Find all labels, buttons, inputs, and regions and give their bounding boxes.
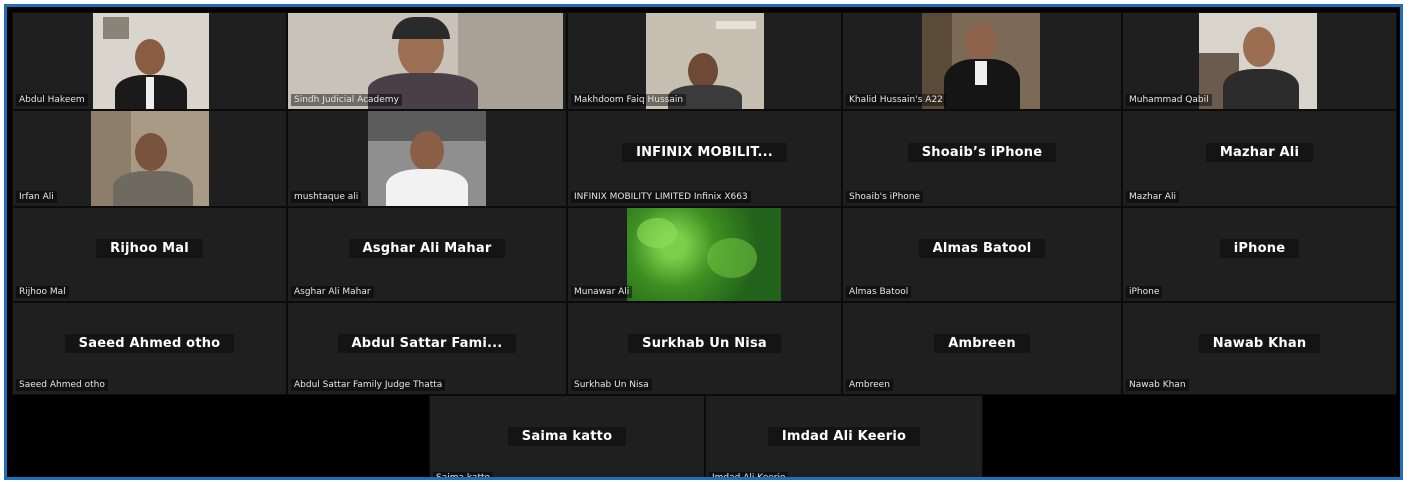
participant-name: Asghar Ali Mahar	[291, 286, 374, 298]
participant-name: Saeed Ahmed otho	[16, 379, 108, 391]
participant-display-name: Almas Batool	[843, 239, 1121, 259]
participant-name: Sindh Judicial Academy	[291, 94, 402, 106]
participant-video	[368, 111, 486, 206]
participant-name: Almas Batool	[846, 286, 912, 298]
participant-video	[93, 13, 209, 109]
participant-display-name: Shoaib’s iPhone	[843, 143, 1121, 163]
video-gallery: Abdul Hakeem Sindh Judicial Academy Makh…	[4, 4, 1403, 480]
participant-display-name: Mazhar Ali	[1123, 143, 1396, 163]
participant-tile[interactable]: Saeed Ahmed otho Saeed Ahmed otho	[12, 302, 287, 395]
participant-tile[interactable]: Saima katto Saima katto	[429, 395, 705, 477]
participant-name: Ambreen	[846, 379, 893, 391]
participant-tile[interactable]: Imdad Ali Keerio Imdad Ali Keerio	[705, 395, 983, 477]
participant-video	[91, 111, 209, 206]
participant-tile[interactable]: Muhammad Qabil	[1122, 12, 1397, 110]
participant-display-name: Imdad Ali Keerio	[706, 427, 982, 447]
participant-name: mushtaque ali	[291, 191, 362, 203]
participant-tile[interactable]: mushtaque ali	[287, 110, 567, 207]
participant-tile[interactable]: Makhdoom Faiq Hussain	[567, 12, 842, 110]
participant-name: Saima katto	[433, 472, 494, 477]
participant-name: Muhammad Qabil	[1126, 94, 1212, 106]
participant-tile[interactable]: Khalid Hussain's A22	[842, 12, 1122, 110]
participant-tile[interactable]: Almas Batool Almas Batool	[842, 207, 1122, 302]
participant-name: iPhone	[1126, 286, 1163, 298]
grass-photo	[627, 208, 781, 301]
participant-name: Mazhar Ali	[1126, 191, 1179, 203]
participant-name: Shoaib's iPhone	[846, 191, 924, 203]
participant-name: Surkhab Un Nisa	[571, 379, 652, 391]
participant-name: Nawab Khan	[1126, 379, 1189, 391]
participant-display-name: Nawab Khan	[1123, 333, 1396, 353]
participant-display-name: Saeed Ahmed otho	[13, 333, 286, 353]
participant-display-name: Abdul Sattar Fami...	[288, 333, 566, 353]
participant-tile[interactable]: Abdul Sattar Fami... Abdul Sattar Family…	[287, 302, 567, 395]
participant-tile[interactable]: Asghar Ali Mahar Asghar Ali Mahar	[287, 207, 567, 302]
participant-tile[interactable]: INFINIX MOBILIT... INFINIX MOBILITY LIMI…	[567, 110, 842, 207]
participant-tile[interactable]: iPhone iPhone	[1122, 207, 1397, 302]
participant-name: Imdad Ali Keerio	[709, 472, 789, 477]
participant-tile[interactable]: Mazhar Ali Mazhar Ali	[1122, 110, 1397, 207]
participant-display-name: INFINIX MOBILIT...	[568, 143, 841, 163]
participant-name: Irfan Ali	[16, 191, 57, 203]
participant-name: Abdul Sattar Family Judge Thatta	[291, 379, 446, 391]
participant-display-name: Saima katto	[430, 427, 704, 447]
participant-video	[1199, 13, 1317, 109]
participant-name: Munawar Ali	[571, 286, 633, 298]
participant-tile[interactable]: Ambreen Ambreen	[842, 302, 1122, 395]
participant-display-name: Surkhab Un Nisa	[568, 333, 841, 353]
participant-tile[interactable]: Sindh Judicial Academy	[287, 12, 567, 110]
participant-tile[interactable]: Surkhab Un Nisa Surkhab Un Nisa	[567, 302, 842, 395]
participant-name: Makhdoom Faiq Hussain	[571, 94, 687, 106]
participant-tile[interactable]: Nawab Khan Nawab Khan	[1122, 302, 1397, 395]
participant-tile[interactable]: Abdul Hakeem	[12, 12, 287, 110]
participant-tile[interactable]: Rijhoo Mal Rijhoo Mal	[12, 207, 287, 302]
participant-tile[interactable]: Irfan Ali	[12, 110, 287, 207]
participant-tile[interactable]: Shoaib’s iPhone Shoaib's iPhone	[842, 110, 1122, 207]
participant-name: Rijhoo Mal	[16, 286, 69, 298]
participant-name: INFINIX MOBILITY LIMITED Infinix X663	[571, 191, 751, 203]
participant-display-name: Rijhoo Mal	[13, 239, 286, 259]
participant-name: Abdul Hakeem	[16, 94, 88, 106]
participant-tile[interactable]: Munawar Ali	[567, 207, 842, 302]
participant-display-name: iPhone	[1123, 239, 1396, 259]
participant-display-name: Asghar Ali Mahar	[288, 239, 566, 259]
participant-name: Khalid Hussain's A22	[846, 94, 946, 106]
participant-display-name: Ambreen	[843, 333, 1121, 353]
